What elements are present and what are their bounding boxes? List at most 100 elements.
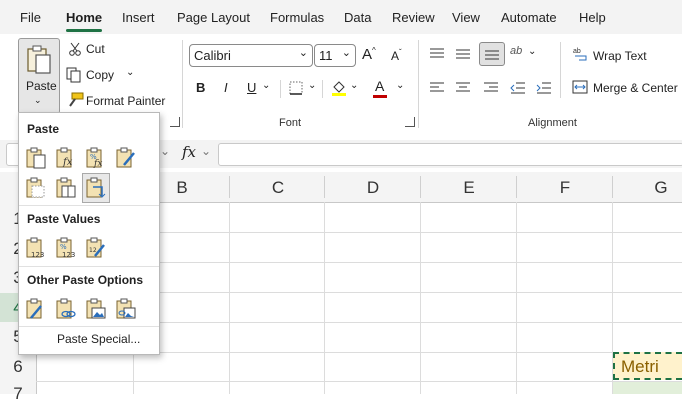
menu-view[interactable]: View bbox=[452, 10, 480, 25]
paste-special-menu-item[interactable]: Paste Special... bbox=[57, 332, 140, 346]
fill-color-dropdown-chevron-icon[interactable]: ⌄ bbox=[350, 80, 358, 91]
borders-icon[interactable] bbox=[289, 81, 303, 95]
bottom-align-button[interactable] bbox=[479, 42, 505, 66]
paste-picture-icon[interactable] bbox=[86, 298, 106, 320]
paste-dropdown-menu: Paste fx % fx Paste Values 123 % 123 12 … bbox=[18, 112, 160, 355]
menu-formulas[interactable]: Formulas bbox=[270, 10, 324, 25]
divider bbox=[560, 42, 561, 98]
paste-values-number-format-icon[interactable]: % 123 bbox=[56, 237, 76, 259]
copy-button[interactable]: Copy bbox=[86, 68, 114, 82]
divider bbox=[280, 80, 281, 98]
menu-data[interactable]: Data bbox=[344, 10, 371, 25]
increase-font-size-button[interactable]: A^ bbox=[362, 46, 376, 63]
chevron-down-icon: ⌄ bbox=[298, 47, 308, 59]
font-dialog-launcher[interactable] bbox=[405, 117, 415, 127]
column-divider bbox=[516, 176, 517, 198]
menu-separator bbox=[19, 266, 159, 267]
svg-text:fx: fx bbox=[62, 157, 73, 168]
paste-keep-source-formatting-icon[interactable] bbox=[116, 147, 136, 169]
paste-values-icon[interactable]: 123 bbox=[26, 237, 46, 259]
chevron-down-icon: ⌄ bbox=[34, 95, 42, 105]
paste-transpose-option-hover[interactable] bbox=[82, 173, 110, 203]
svg-text:12: 12 bbox=[89, 247, 97, 254]
underline-dropdown-chevron-icon[interactable]: ⌄ bbox=[262, 80, 270, 91]
merge-center-button[interactable]: Merge & Center bbox=[593, 81, 678, 95]
font-size-select[interactable]: 11 ⌄ bbox=[314, 44, 356, 67]
menu-insert[interactable]: Insert bbox=[122, 10, 155, 25]
fill-color-icon[interactable] bbox=[331, 79, 347, 97]
menu-home[interactable]: Home bbox=[66, 10, 102, 25]
wrap-text-button[interactable]: Wrap Text bbox=[593, 49, 647, 63]
paste-transpose-icon bbox=[86, 177, 106, 198]
paste-no-borders-icon[interactable] bbox=[26, 177, 46, 199]
cut-button[interactable]: Cut bbox=[86, 42, 105, 56]
menu-review[interactable]: Review bbox=[392, 10, 435, 25]
increase-indent-icon[interactable] bbox=[536, 81, 552, 95]
bold-button[interactable]: B bbox=[196, 80, 205, 95]
group-separator bbox=[182, 40, 183, 128]
menu-page-layout[interactable]: Page Layout bbox=[177, 10, 250, 25]
format-painter-icon bbox=[69, 92, 84, 107]
paste-button[interactable]: Paste ⌄ bbox=[18, 38, 60, 114]
fx-chevron-icon[interactable]: ⌄ bbox=[201, 144, 211, 158]
align-left-icon[interactable] bbox=[429, 82, 445, 94]
align-right-icon[interactable] bbox=[483, 82, 499, 94]
alignment-group-label: Alignment bbox=[528, 117, 577, 129]
other-paste-options-heading: Other Paste Options bbox=[27, 273, 144, 287]
menu-automate[interactable]: Automate bbox=[501, 10, 557, 25]
svg-text:%: % bbox=[60, 243, 67, 251]
paste-formulas-icon[interactable]: fx bbox=[56, 147, 76, 169]
decrease-font-size-button[interactable]: Aˇ bbox=[391, 48, 402, 63]
paste-link-icon[interactable] bbox=[56, 298, 76, 320]
svg-text:123: 123 bbox=[62, 251, 75, 259]
paste-keep-column-widths-icon[interactable] bbox=[56, 177, 76, 199]
menu-bar: File Home Insert Page Layout Formulas Da… bbox=[0, 0, 682, 34]
name-box-chevron-icon[interactable]: ⌄ bbox=[160, 144, 170, 158]
font-name-select[interactable]: Calibri ⌄ bbox=[189, 44, 313, 67]
middle-align-icon[interactable] bbox=[455, 48, 471, 60]
grid-line bbox=[229, 202, 230, 394]
borders-dropdown-chevron-icon[interactable]: ⌄ bbox=[308, 80, 316, 91]
decrease-indent-icon[interactable] bbox=[510, 81, 526, 95]
column-header-d[interactable]: D bbox=[363, 178, 383, 198]
copy-dropdown-chevron-icon[interactable]: ⌄ bbox=[126, 67, 134, 78]
paste-linked-picture-icon[interactable] bbox=[116, 298, 136, 320]
row-header-6[interactable]: 6 bbox=[0, 357, 36, 377]
menu-separator bbox=[19, 326, 159, 327]
column-header-c[interactable]: C bbox=[268, 178, 288, 198]
cell-g6[interactable]: Metri bbox=[613, 352, 682, 380]
orientation-dropdown-chevron-icon[interactable]: ⌄ bbox=[528, 46, 536, 57]
format-painter-button[interactable]: Format Painter bbox=[86, 94, 165, 108]
orientation-icon[interactable]: ab bbox=[510, 45, 522, 57]
paste-section-heading: Paste bbox=[27, 122, 60, 136]
cell-g7[interactable] bbox=[613, 382, 682, 394]
top-align-icon[interactable] bbox=[429, 48, 445, 60]
row-header-7[interactable]: 7 bbox=[0, 384, 36, 404]
align-center-icon[interactable] bbox=[455, 82, 471, 94]
increase-font-size-label: A bbox=[362, 46, 373, 63]
column-divider bbox=[324, 176, 325, 198]
group-separator bbox=[418, 40, 419, 128]
paste-label: Paste bbox=[26, 79, 57, 93]
menu-file[interactable]: File bbox=[20, 10, 41, 25]
font-color-button[interactable]: A bbox=[373, 78, 387, 100]
insert-function-button[interactable]: fx bbox=[182, 143, 196, 161]
menu-help[interactable]: Help bbox=[579, 10, 606, 25]
clipboard-dialog-launcher[interactable] bbox=[170, 117, 180, 127]
grid-line bbox=[420, 202, 421, 394]
column-header-e[interactable]: E bbox=[459, 178, 479, 198]
font-color-dropdown-chevron-icon[interactable]: ⌄ bbox=[396, 80, 404, 91]
font-name-value: Calibri bbox=[194, 48, 231, 63]
column-header-g[interactable]: G bbox=[651, 178, 671, 198]
bottom-align-icon bbox=[485, 50, 499, 60]
column-header-b[interactable]: B bbox=[172, 178, 192, 198]
decrease-font-size-label: A bbox=[391, 49, 400, 63]
paste-values-source-formatting-icon[interactable]: 12 bbox=[86, 237, 106, 259]
formula-input[interactable] bbox=[218, 143, 682, 166]
paste-formatting-icon[interactable] bbox=[26, 298, 46, 320]
italic-button[interactable]: I bbox=[224, 80, 228, 95]
paste-option-paste-icon[interactable] bbox=[26, 147, 46, 169]
column-header-f[interactable]: F bbox=[555, 178, 575, 198]
underline-button[interactable]: U bbox=[247, 80, 256, 95]
paste-formulas-number-format-icon[interactable]: % fx bbox=[86, 147, 106, 169]
